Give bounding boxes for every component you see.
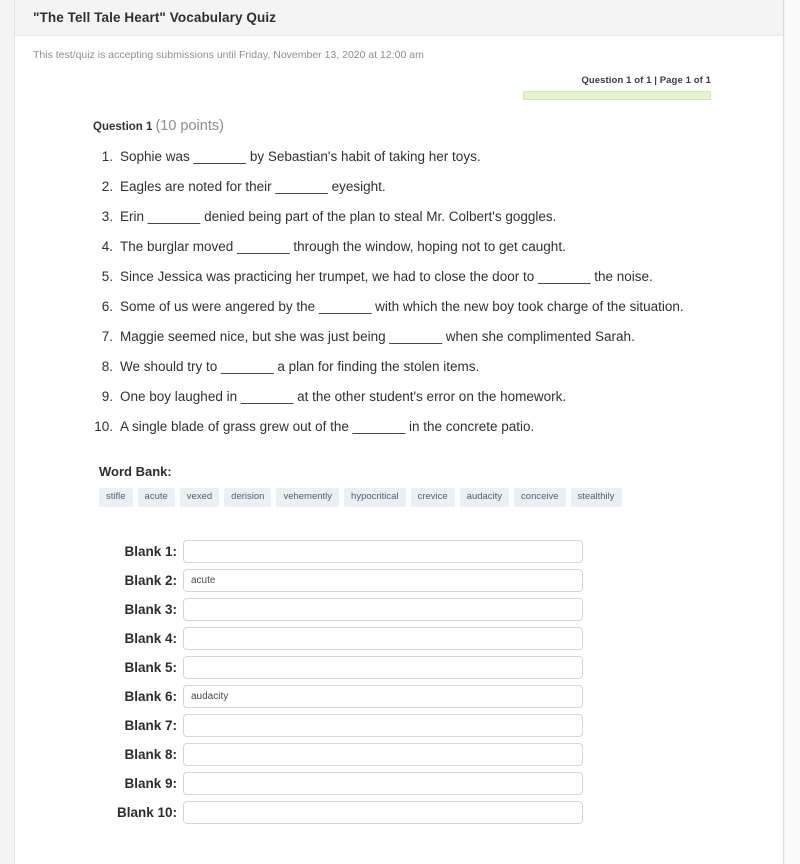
word-bank-chip: hypocritical	[344, 488, 406, 507]
blank-input-2[interactable]	[183, 569, 583, 592]
question-points: (10 points)	[155, 118, 224, 134]
question-heading: Question 1 (10 points)	[93, 117, 733, 136]
word-bank-chip-list: stifle acute vexed derision vehemently h…	[99, 488, 733, 507]
answer-blank-row: Blank 10:	[99, 801, 733, 824]
submission-deadline-note: This test/quiz is accepting submissions …	[33, 49, 424, 61]
page-title: "The Tell Tale Heart" Vocabulary Quiz	[33, 10, 277, 25]
question-item: A single blade of grass grew out of the …	[93, 417, 535, 437]
word-bank-chip: stealthily	[570, 488, 622, 507]
word-bank-chip: conceive	[514, 488, 566, 507]
quiz-header: "The Tell Tale Heart" Vocabulary Quiz	[15, 0, 783, 36]
question-item: Maggie seemed nice, but she was just bei…	[93, 327, 635, 347]
blank-input-8[interactable]	[183, 743, 583, 766]
question-item-list: Sophie was _______ by Sebastian's habit …	[93, 147, 733, 437]
word-bank-chip: stifle	[99, 488, 133, 507]
answer-blank-row: Blank 3:	[99, 598, 733, 621]
blank-input-9[interactable]	[183, 772, 583, 795]
question-item: Eagles are noted for their _______ eyesi…	[93, 177, 386, 197]
progress-section: Question 1 of 1 | Page 1 of 1	[15, 75, 711, 109]
answer-blank-row: Blank 1:	[99, 540, 733, 563]
answer-blank-row: Blank 6:	[99, 685, 733, 708]
question-body: Question 1 (10 points) Sophie was _______…	[15, 117, 783, 824]
word-bank: Word Bank: stifle acute vexed derision v…	[93, 464, 733, 507]
question-item: Since Jessica was practicing her trumpet…	[93, 267, 653, 287]
blank-label-9: Blank 9:	[124, 776, 177, 791]
answer-blank-row: Blank 7:	[99, 714, 733, 737]
answer-blank-row: Blank 8:	[99, 743, 733, 766]
word-bank-chip: crevice	[410, 488, 455, 507]
question-item: The burglar moved _______ through the wi…	[93, 237, 566, 257]
blank-label-2: Blank 2:	[124, 573, 177, 588]
answer-blank-row: Blank 9:	[99, 772, 733, 795]
quiz-progress-bar	[523, 91, 711, 100]
word-bank-title: Word Bank:	[99, 464, 172, 479]
question-number: Question 1	[93, 121, 153, 133]
blank-input-6[interactable]	[183, 685, 583, 708]
blank-input-7[interactable]	[183, 714, 583, 737]
blank-label-1: Blank 1:	[124, 544, 177, 559]
word-bank-chip: vehemently	[276, 488, 340, 507]
page-background-right	[785, 0, 800, 864]
blank-input-3[interactable]	[183, 598, 583, 621]
blank-label-7: Blank 7:	[124, 718, 177, 733]
answer-blank-row: Blank 4:	[99, 627, 733, 650]
word-bank-chip: audacity	[459, 488, 510, 507]
blank-label-10: Blank 10:	[116, 805, 177, 820]
blank-input-5[interactable]	[183, 656, 583, 679]
blank-label-5: Blank 5:	[124, 660, 177, 675]
question-item: Erin _______ denied being part of the pl…	[93, 207, 557, 227]
blank-input-4[interactable]	[183, 627, 583, 650]
question-item: One boy laughed in _______ at the other …	[93, 387, 567, 407]
blank-label-8: Blank 8:	[124, 747, 177, 762]
answer-blank-list: Blank 1: Blank 2: Blank 3: Blank 4: Blan…	[93, 540, 733, 824]
word-bank-chip: vexed	[179, 488, 220, 507]
question-item: Some of us were angered by the _______ w…	[93, 297, 684, 317]
blank-input-1[interactable]	[183, 540, 583, 563]
blank-label-4: Blank 4:	[124, 631, 177, 646]
quiz-progress-fill	[524, 92, 710, 99]
quiz-page: "The Tell Tale Heart" Vocabulary Quiz Th…	[14, 0, 784, 864]
blank-input-10[interactable]	[183, 801, 583, 824]
question-item: We should try to _______ a plan for find…	[93, 357, 480, 377]
word-bank-chip: acute	[137, 488, 175, 507]
blank-label-3: Blank 3:	[124, 602, 177, 617]
question-item: Sophie was _______ by Sebastian's habit …	[93, 147, 481, 167]
answer-blank-row: Blank 5:	[99, 656, 733, 679]
word-bank-chip: derision	[224, 488, 272, 507]
answer-blank-row: Blank 2:	[99, 569, 733, 592]
blank-label-6: Blank 6:	[124, 689, 177, 704]
question-page-counter: Question 1 of 1 | Page 1 of 1	[581, 75, 711, 86]
